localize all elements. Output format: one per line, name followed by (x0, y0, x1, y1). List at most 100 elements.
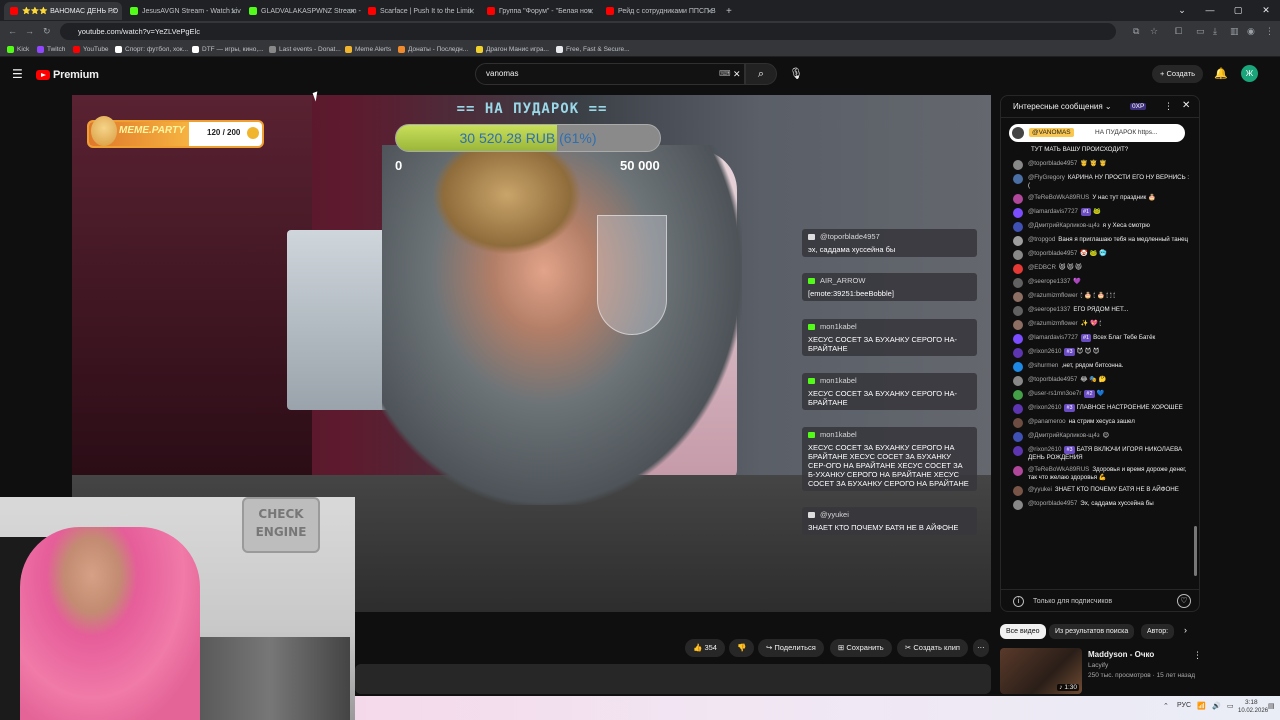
browser-tab[interactable]: Scarface | Push It to the Limit ✕ (362, 2, 480, 20)
bookmark-item[interactable]: Донаты - Последн... (398, 42, 468, 57)
chat-message[interactable]: @toporblade4957 😂 🎭 🤔 (1001, 374, 1197, 388)
chat-author[interactable]: @user-rs1mn3oe7r (1028, 390, 1081, 397)
avatar[interactable] (1013, 236, 1023, 246)
chat-author[interactable]: @ДмитрийКарликов-щ4з (1028, 222, 1100, 229)
avatar[interactable] (1013, 278, 1023, 288)
chevron-up-icon[interactable]: ⌃ (1163, 702, 1169, 710)
chat-author[interactable]: @shurmen (1028, 362, 1058, 369)
recommended-video-thumbnail[interactable]: ♪ 1:30 (1000, 648, 1082, 694)
avatar[interactable] (1013, 390, 1023, 400)
dislike-button[interactable]: 👎 (729, 639, 755, 657)
bookmark-item[interactable]: Last events - Donat... (269, 42, 341, 57)
account-avatar[interactable]: Ж (1241, 65, 1258, 82)
avatar[interactable] (1013, 500, 1023, 510)
chat-message[interactable]: @ДмитрийКарликов-щ4з 😌 (1001, 430, 1197, 444)
chat-mode-dropdown[interactable]: Интересные сообщения ⌄ (1013, 102, 1112, 111)
avatar[interactable] (1013, 418, 1023, 428)
recommended-video-title[interactable]: Maddyson - Очко (1088, 650, 1154, 659)
chat-author[interactable]: @toporblade4957 (1028, 160, 1077, 167)
bookmark-item[interactable]: DTF — игры, кино,... (192, 42, 264, 57)
avatar[interactable] (1013, 320, 1023, 330)
chat-message[interactable]: @rixon2610 #3 😈 😈 😈 (1001, 346, 1197, 360)
close-tab-icon[interactable]: ✕ (587, 7, 594, 16)
avatar[interactable] (1013, 208, 1023, 218)
chat-author[interactable]: @seerope1337 (1028, 306, 1070, 313)
heart-icon[interactable]: ♡ (1177, 594, 1191, 608)
chevron-right-icon[interactable]: › (1184, 625, 1187, 635)
close-tab-icon[interactable]: ✕ (110, 7, 117, 16)
chat-message[interactable]: @seerope1337 💜 (1001, 276, 1197, 290)
chat-message[interactable]: @panameroo на стрим хесуса зашел (1001, 416, 1197, 430)
chat-message[interactable]: @toporblade4957 🤴 🤴 🤴 (1001, 158, 1197, 172)
chat-message[interactable]: @razumizmflower 🕯 🎂 🕯 🎂 🕯 🕯 🕯 (1001, 290, 1197, 304)
avatar[interactable] (1013, 486, 1023, 496)
back-arrow-icon[interactable]: ← (8, 21, 17, 42)
save-button[interactable]: ⊞ Сохранить (830, 639, 892, 657)
profile-icon[interactable]: ◉ (1247, 21, 1255, 42)
browser-tab[interactable]: JesusAVGN Stream - Watch Liv ✕ (124, 2, 242, 20)
bookmark-star-icon[interactable]: ☆ (1150, 21, 1158, 42)
wifi-icon[interactable]: 📶 (1197, 702, 1206, 710)
chat-message[interactable]: @toporblade4957 Эх, саддама хуссейна бы (1001, 498, 1197, 512)
chat-message[interactable]: @rixon2610 #3 БАТЯ ВКЛЮЧИ ИГОРЯ НИКОЛАЕВА … (1001, 444, 1197, 464)
close-tab-icon[interactable]: ✕ (230, 7, 237, 16)
more-vertical-icon[interactable]: ⋮ (1193, 650, 1202, 661)
chat-author[interactable]: @tropgod (1028, 236, 1055, 243)
chat-message[interactable]: @TeReBoWkA89RUS Здоровья и время дороже д… (1001, 464, 1197, 484)
recommended-video-channel[interactable]: Lacyify (1088, 662, 1108, 669)
chat-author[interactable]: @rixon2610 (1028, 348, 1061, 355)
avatar[interactable] (1013, 222, 1023, 232)
avatar[interactable] (1013, 160, 1023, 170)
chat-author[interactable]: @razumizmflower (1028, 292, 1078, 299)
avatar[interactable] (1013, 250, 1023, 260)
new-tab-button[interactable]: + (720, 2, 734, 20)
chat-message[interactable]: @seerope1337 ЕГО РЯДОМ НЕТ... (1001, 304, 1197, 318)
avatar[interactable] (1013, 348, 1023, 358)
avatar[interactable] (1013, 306, 1023, 316)
download-icon[interactable]: ⤓ (1213, 21, 1217, 42)
language-indicator[interactable]: РУС (1177, 702, 1191, 709)
keyboard-icon[interactable]: ⌨ (719, 64, 731, 84)
search-input[interactable]: vanomas ⌨ ✕ (475, 63, 745, 85)
chat-message[interactable]: @TeReBoWkA89RUS У нас тут праздник 🎂 (1001, 192, 1197, 206)
chat-scrollbar[interactable] (1194, 526, 1197, 576)
chip-search-results[interactable]: Из результатов поиска (1049, 624, 1135, 639)
close-tab-icon[interactable]: ✕ (706, 7, 713, 16)
chat-message[interactable]: @razumizmflower ✨ 💖 🕯 (1001, 318, 1197, 332)
minimize-icon[interactable]: — (1196, 0, 1224, 21)
chat-author[interactable]: @toporblade4957 (1028, 250, 1077, 257)
avatar[interactable] (1013, 292, 1023, 302)
chat-author[interactable]: @EDBCR (1028, 264, 1056, 271)
volume-icon[interactable]: 🔊 (1212, 702, 1221, 710)
close-tab-icon[interactable]: ✕ (349, 7, 356, 16)
chat-message[interactable]: @shurmen ,нет, рядом битсонна. (1001, 360, 1197, 374)
hamburger-menu-icon[interactable]: ☰ (12, 67, 23, 81)
browser-tab[interactable]: Группа "Форум" - "Белая ноч ✕ (481, 2, 599, 20)
chat-author[interactable]: @toporblade4957 (1028, 500, 1077, 507)
url-field[interactable]: youtube.com/watch?v=YeZLVePgElc (60, 23, 1116, 40)
avatar[interactable] (1013, 264, 1023, 274)
notifications-bell-icon[interactable]: 🔔 (1214, 67, 1228, 80)
avatar[interactable] (1013, 362, 1023, 372)
chat-author[interactable]: @seerope1337 (1028, 278, 1070, 285)
bookmark-item[interactable]: Twitch (37, 42, 65, 57)
maximize-icon[interactable]: ▢ (1224, 0, 1252, 21)
chat-author[interactable]: @rixon2610 (1028, 446, 1061, 453)
chat-message[interactable]: @tropgod Ваня я приглашаю тебя на медленн… (1001, 234, 1197, 248)
chat-author[interactable]: @TeReBoWkA89RUS (1028, 194, 1089, 201)
browser-menu-icon[interactable]: ⋮ (1265, 21, 1274, 42)
chat-author[interactable]: @lamardavis7727 (1028, 334, 1078, 341)
chat-author[interactable]: @rixon2610 (1028, 404, 1061, 411)
bookmark-item[interactable]: Meme Alerts (345, 42, 391, 57)
avatar[interactable] (1013, 194, 1023, 204)
chat-author[interactable]: @lamardavis7727 (1028, 208, 1078, 215)
chat-message[interactable]: @toporblade4957 🤡 🐸 🥶 (1001, 248, 1197, 262)
avatar[interactable] (1013, 466, 1023, 476)
info-icon[interactable]: i (1013, 596, 1024, 607)
clip-button[interactable]: ✂ Создать клип (897, 639, 968, 657)
close-window-icon[interactable]: ✕ (1252, 0, 1280, 21)
chip-author[interactable]: Автор: (1141, 624, 1175, 639)
notifications-icon[interactable]: ▤ (1268, 702, 1275, 710)
search-button[interactable]: ⌕ (745, 63, 777, 85)
microphone-icon[interactable]: 🎙 (789, 67, 803, 81)
